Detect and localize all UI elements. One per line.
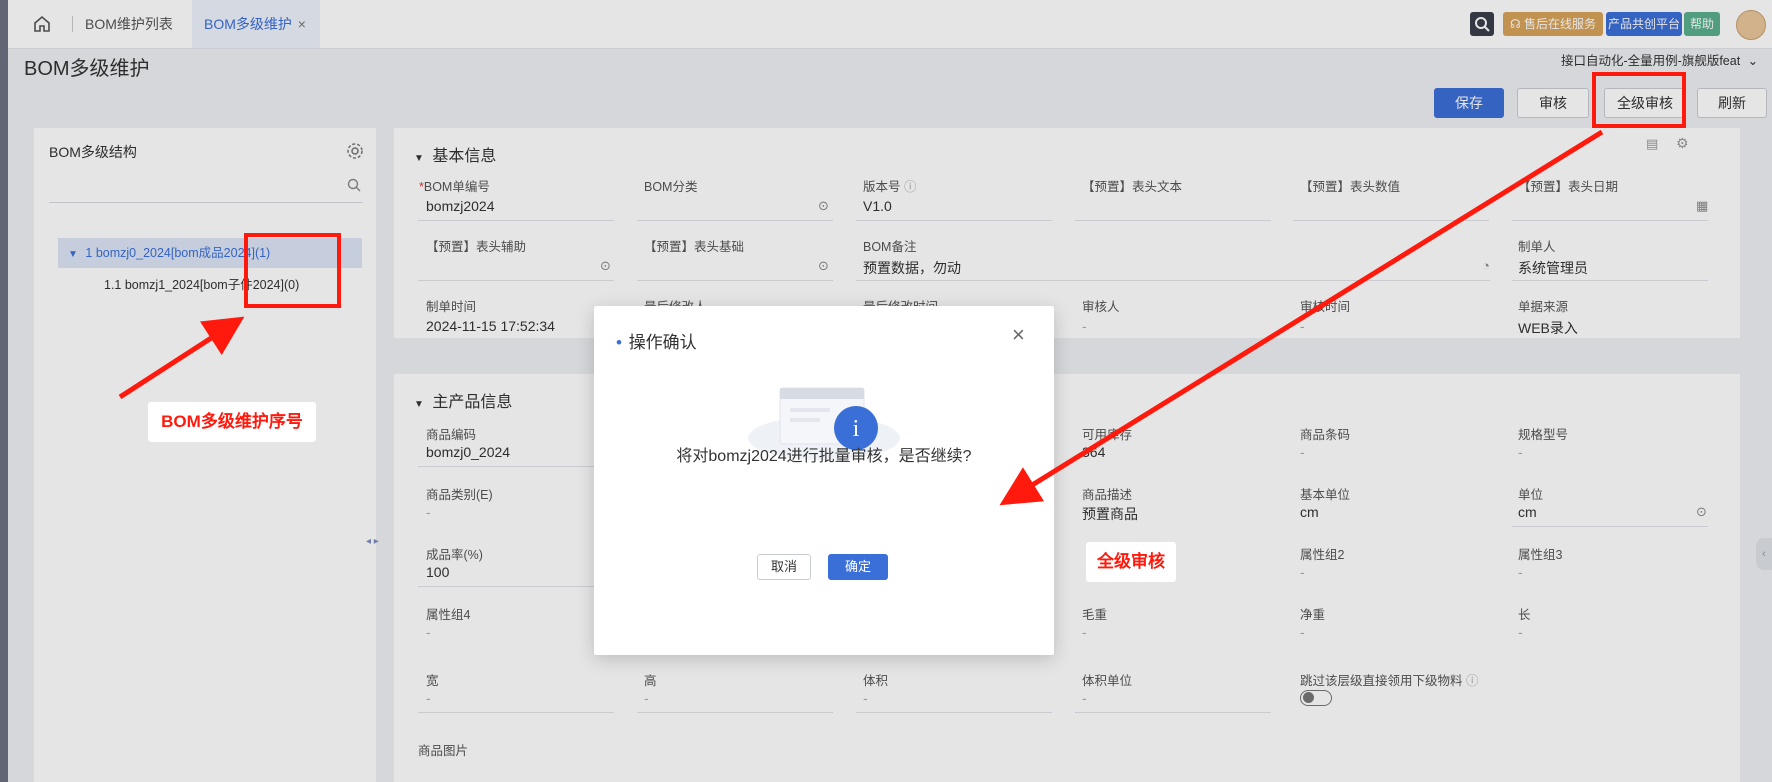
annotation-arrow-tree: [118, 316, 245, 400]
annotation-arrows: [118, 129, 1604, 506]
annotation-arrow-audit: [999, 129, 1604, 506]
